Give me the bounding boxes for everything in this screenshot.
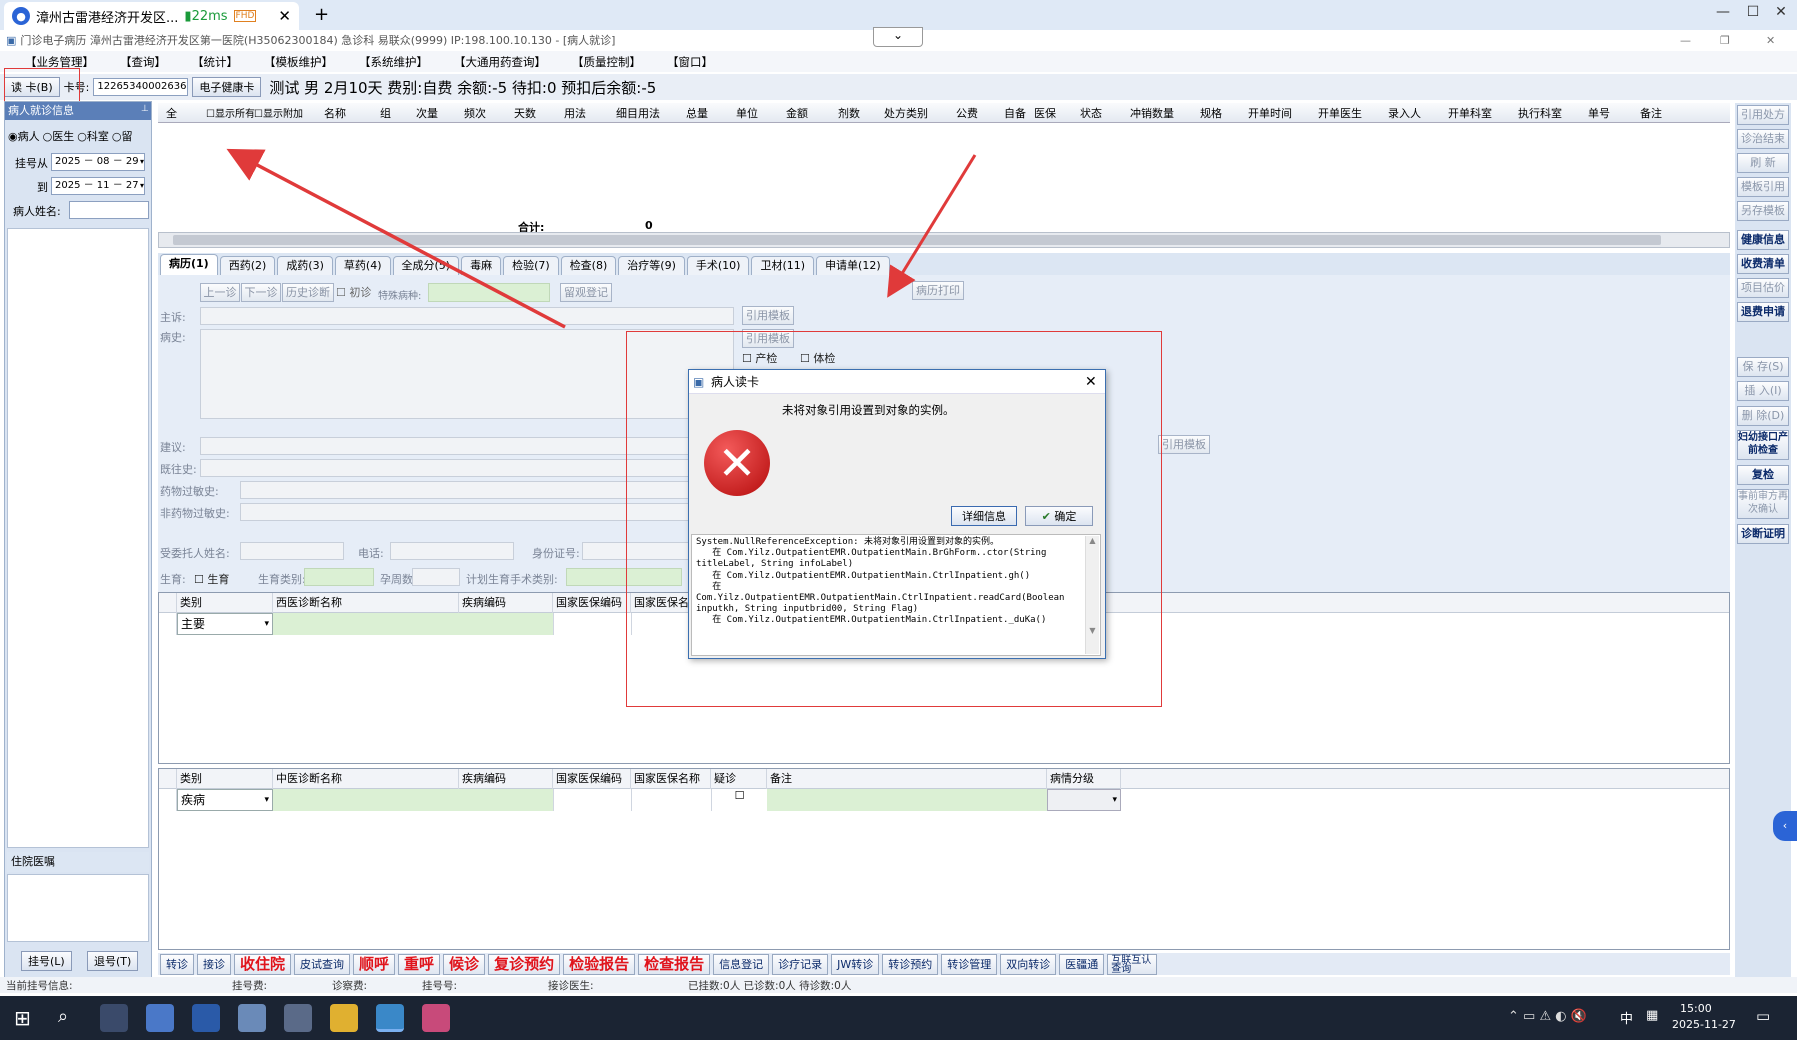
ok-button[interactable]: ✔ 确定 (1025, 506, 1093, 526)
dialog-title: 病人读卡 (711, 375, 760, 389)
ok-check-icon: ✔ (1041, 510, 1051, 523)
error-dialog: ▣ 病人读卡 ✕ ✕ 未将对象引用设置到对象的实例。 详细信息 ✔ 确定 Sys… (688, 369, 1106, 659)
annotation-arrow-left (226, 148, 566, 329)
details-button[interactable]: 详细信息 (951, 506, 1017, 526)
dialog-app-icon: ▣ (693, 375, 705, 389)
dialog-titlebar: ▣ 病人读卡 ✕ (689, 370, 1105, 394)
error-icon: ✕ (704, 430, 770, 496)
dialog-close-icon[interactable]: ✕ (1085, 370, 1097, 394)
exception-details-text[interactable]: System.NullReferenceException: 未将对象引用设置到… (691, 534, 1101, 656)
annotation-arrow-right (887, 154, 977, 298)
dialog-body: ✕ 未将对象引用设置到对象的实例。 详细信息 ✔ 确定 System.NullR… (689, 394, 1105, 658)
dialog-message: 未将对象引用设置到对象的实例。 (782, 403, 955, 417)
details-scrollbar[interactable]: ▲ ▼ (1085, 536, 1099, 654)
